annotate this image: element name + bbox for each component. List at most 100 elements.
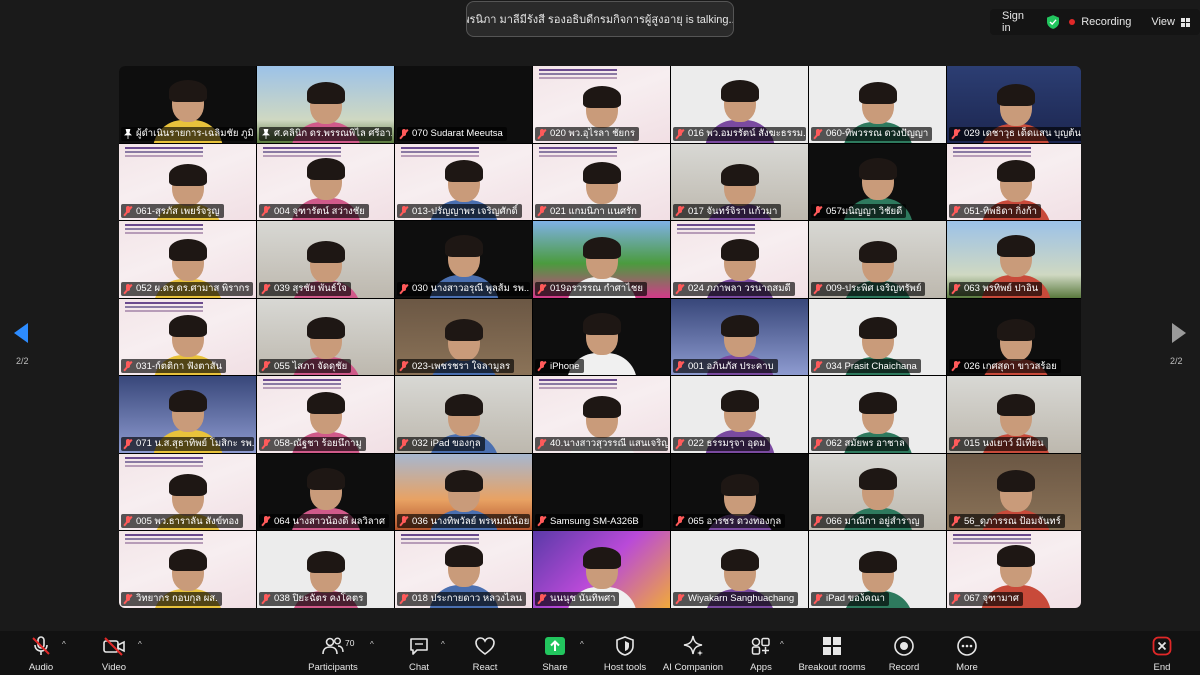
record-button[interactable]: Record (886, 634, 922, 674)
participant-tile[interactable]: ผู้ดำเนินรายการ-เฉลิมชัย ภูมิ... (119, 66, 256, 143)
participant-tile[interactable]: 022 ธรรมรุจา อุดม (671, 376, 808, 453)
participant-name: 052 ผ.ดร.ดร.ศามาส พิรากร (136, 283, 250, 294)
participant-name: 066 มาณีกา อยู่สำราญ (826, 515, 920, 527)
participant-tile[interactable]: 021 แกมนิภา แนศรัก (533, 143, 670, 220)
share-button[interactable]: Share (538, 634, 572, 674)
participant-tile[interactable]: 052 ผ.ดร.ดร.ศามาส พิรากร (119, 221, 256, 298)
chat-button[interactable]: Chat (404, 634, 434, 674)
participant-tile[interactable]: Wiyakarn Sanghuachang (671, 531, 808, 608)
audio-button[interactable]: Audio (26, 634, 56, 674)
participant-tile[interactable]: 030 นางสาวอรุณี พูลส้ม รพ.... (395, 221, 532, 298)
participant-tile[interactable]: นนนุช นันทิพศา (533, 531, 670, 608)
video-options-chevron-icon[interactable]: ^ (138, 640, 142, 649)
top-right-controls: Sign in Recording View (990, 9, 1200, 35)
more-label: More (956, 662, 978, 673)
participant-name: 015 นงเยาว์ มีเที่ยน (964, 438, 1044, 449)
participant-tile[interactable]: 060-ทิพวรรณ ดวงปัญญา (809, 66, 946, 143)
participant-tile[interactable]: 023-เพชรชรา ใจลามูลร (395, 298, 532, 375)
participant-name-tag: 029 เดชาวุธ เด็ดแสน บุญต้น ... (949, 126, 1081, 141)
microphone-muted-icon (262, 206, 270, 216)
participants-options-chevron-icon[interactable]: ^ (370, 640, 374, 649)
share-options-chevron-icon[interactable]: ^ (580, 640, 584, 649)
participant-tile[interactable]: iPhone (533, 298, 670, 375)
more-button[interactable]: More (952, 634, 982, 674)
participant-tile[interactable]: 055 ไสภา จัดดุชัย (257, 298, 394, 375)
participant-tile[interactable]: 015 นงเยาว์ มีเที่ยน (947, 376, 1081, 453)
participant-tile[interactable]: 058-ณัฐชา ร้อยนึกามู (257, 376, 394, 453)
participant-name: วิทยากร กอบกุล ผส. (136, 593, 218, 604)
participant-tile[interactable]: 036 นางทิพวัลย์ พรหมณ์น้อย (395, 453, 532, 530)
shield-check-icon[interactable] (1047, 14, 1060, 30)
participant-tile[interactable]: 001 อภินภัส ประคาบ (671, 298, 808, 375)
participant-tile[interactable]: 065 อารชร ดวงทองกุล (671, 453, 808, 530)
participant-tile[interactable]: 026 เกศสุดา ขาวสร้อย (947, 298, 1081, 375)
participant-name: 032 iPad ของกุล (412, 438, 481, 449)
ai-companion-button[interactable]: AI Companion (660, 634, 726, 674)
participant-name: 029 เดชาวุธ เด็ดแสน บุญต้น ... (964, 128, 1081, 139)
participant-tile[interactable]: 40.นางสาวสุวรรณี แสนเจริญ... (533, 376, 670, 453)
participant-tile[interactable]: 017 จันทร์จิรา แก้วมา (671, 143, 808, 220)
participant-name: 56_ดุภารรณ ป้อมจันทร์ (964, 515, 1061, 527)
pin-icon (124, 128, 132, 139)
participant-tile[interactable]: 070 Sudarat Meeutsa (395, 66, 532, 143)
participant-tile[interactable]: 020 พว.อุไรลา ชัยกร (533, 66, 670, 143)
end-meeting-button[interactable]: End (1148, 634, 1176, 674)
participant-tile[interactable]: 016 พว.อมรรัตน์ สังฆะธรรม... (671, 66, 808, 143)
participant-tile[interactable]: 066 มาณีกา อยู่สำราญ (809, 453, 946, 530)
breakout-rooms-button[interactable]: Breakout rooms (797, 634, 867, 674)
microphone-muted-icon (124, 438, 132, 449)
participant-tile[interactable]: 013-ปรัญญาพร เจริญศักดิ์ (395, 143, 532, 220)
react-button[interactable]: React (470, 634, 500, 674)
participant-tile[interactable]: 005 พว.ธาราลัน สังข์ทอง (119, 453, 256, 530)
participant-tile[interactable]: iPad ของ้คณา (809, 531, 946, 608)
microphone-muted-icon (952, 128, 960, 139)
participant-tile[interactable]: 56_ดุภารรณ ป้อมจันทร์ (947, 453, 1081, 530)
chat-options-chevron-icon[interactable]: ^ (441, 640, 445, 649)
participant-tile[interactable]: 063 พรทิพย์ ปาอิน (947, 221, 1081, 298)
participant-name-tag: Wiyakarn Sanghuachang (673, 591, 799, 606)
participant-name: 005 พว.ธาราลัน สังข์ทอง (136, 515, 239, 527)
participant-tile[interactable]: 024 ภภาพลา วรนาถสมดี (671, 221, 808, 298)
participant-name: iPhone (550, 360, 580, 372)
sign-in-button[interactable]: Sign in (990, 10, 1039, 34)
participant-tile[interactable]: 057มนิญญา วิชัยดี (809, 143, 946, 220)
participant-tile[interactable]: 061-สุรภัส เพยร์จรูญ (119, 143, 256, 220)
microphone-muted-icon (400, 593, 408, 604)
participant-tile[interactable]: Samsung SM-A326B (533, 453, 670, 530)
audio-options-chevron-icon[interactable]: ^ (62, 640, 66, 649)
participant-tile[interactable]: 004 จุฑารัตน์ สว่างชัย (257, 143, 394, 220)
participant-tile[interactable]: วิทยากร กอบกุล ผส. (119, 531, 256, 608)
participant-tile[interactable]: ศ.คลินิก ดร.พรรณพิไล ศรีอา... (257, 66, 394, 143)
view-button[interactable]: View (1141, 16, 1200, 28)
apps-button[interactable]: Apps (746, 634, 776, 674)
participant-tile[interactable]: 062 สมัยพร อาชาล (809, 376, 946, 453)
participant-tile[interactable]: 029 เดชาวุธ เด็ดแสน บุญต้น ... (947, 66, 1081, 143)
participant-tile[interactable]: 039 สุรชัย พันธ์ใจ (257, 221, 394, 298)
participant-tile[interactable]: 018 ประกายดาว หลวงไลน (395, 531, 532, 608)
microphone-muted-icon (952, 438, 960, 449)
microphone-muted-icon (952, 206, 960, 216)
participant-tile[interactable]: 071 น.ส.สุธาทิพย์ โมสิกะ รพ... (119, 376, 256, 453)
video-button[interactable]: Video (98, 634, 130, 674)
participant-name-tag: 015 นงเยาว์ มีเที่ยน (949, 436, 1048, 451)
participant-tile[interactable]: 032 iPad ของกุล (395, 376, 532, 453)
participant-name: 013-ปรัญญาพร เจริญศักดิ์ (412, 205, 518, 217)
participant-tile[interactable]: 034 Prasit Chaichana (809, 298, 946, 375)
microphone-muted-icon (676, 516, 684, 526)
microphone-muted-icon (400, 283, 408, 294)
participant-tile[interactable]: 019อรวรรณ กำศาไชย (533, 221, 670, 298)
host-tools-button[interactable]: Host tools (601, 634, 649, 674)
participant-name-tag: 004 จุฑารัตน์ สว่างชัย (259, 204, 369, 218)
participant-tile[interactable]: 067 จุฑามาศ (947, 531, 1081, 608)
participant-name-tag: 031-ก์ตติกา ฟังตาสัน (121, 359, 226, 373)
participant-tile[interactable]: 031-ก์ตติกา ฟังตาสัน (119, 298, 256, 375)
participant-tile[interactable]: 051-ทิพธิดา กิ่งก้า (947, 143, 1081, 220)
participant-tile[interactable]: 009-ประพิศ เจริญทรัพย์ (809, 221, 946, 298)
participant-tile[interactable]: 064 นางสาวน้องดี ผลวิลาศ (257, 453, 394, 530)
previous-page-arrow-icon[interactable] (12, 323, 30, 343)
recording-indicator[interactable]: Recording (1067, 16, 1141, 28)
next-page-arrow-icon[interactable] (1170, 323, 1188, 343)
participant-tile[interactable]: 038 ปิยะฉัตร คงโคตร (257, 531, 394, 608)
apps-options-chevron-icon[interactable]: ^ (780, 640, 784, 649)
shield-icon (616, 634, 634, 658)
